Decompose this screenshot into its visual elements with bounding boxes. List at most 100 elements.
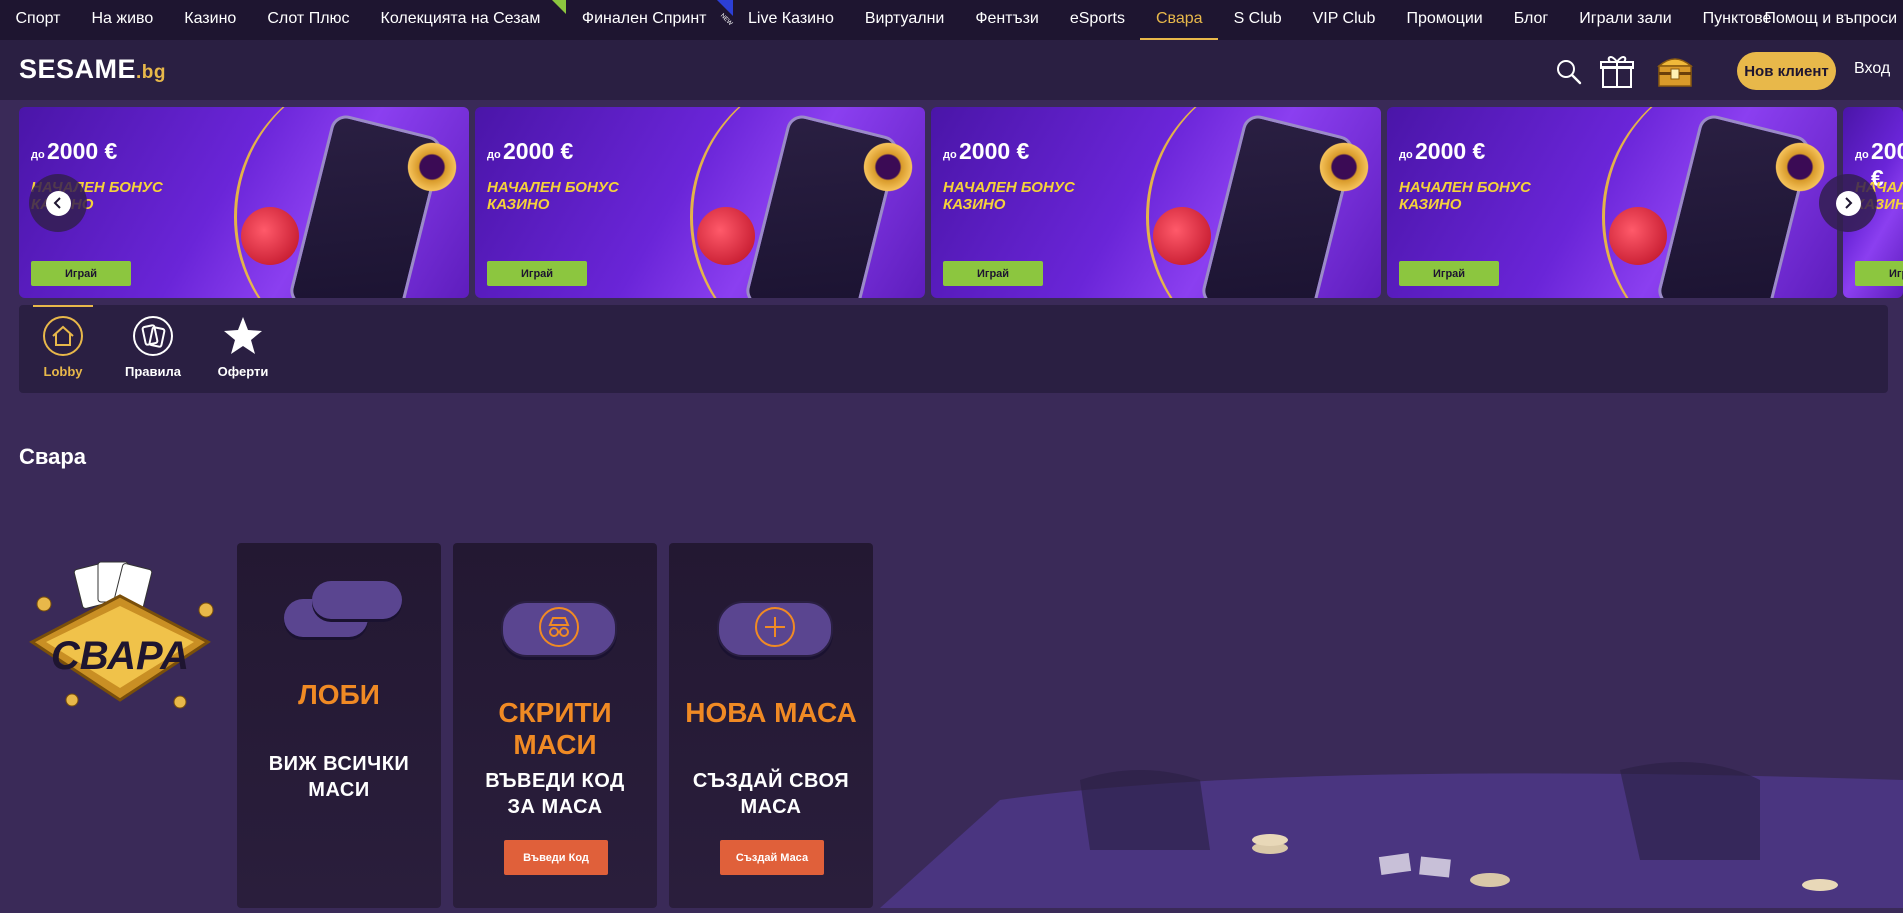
hidden-tables-subtitle-line1: ВЪВЕДИ КОД [485, 770, 625, 792]
plus-circle-icon [754, 606, 796, 653]
lobby-subtitle-line2: МАСИ [308, 779, 370, 801]
star-icon [203, 315, 283, 360]
promo-banner[interactable]: до 2000 € НАЧАЛЕН БОНУС КАЗИНО Играй [1387, 107, 1837, 298]
lobby-subtitle-line1: ВИЖ ВСИЧКИ [268, 753, 410, 775]
nav-item-live[interactable]: На живо [76, 0, 169, 40]
site-logo[interactable]: SESAME.bg [19, 54, 166, 85]
heart-icon [1153, 207, 1211, 265]
banner-play-button[interactable]: Играй [487, 261, 587, 286]
heart-icon [241, 207, 299, 265]
banner-amount: 2000 € [959, 138, 1030, 164]
hidden-tables-pill [501, 601, 617, 657]
new-client-button[interactable]: Нов клиент [1737, 52, 1836, 90]
svara-game-logo: СВАРА [22, 560, 218, 722]
tab-lobby-label: Lobby [43, 364, 83, 379]
banner-title: НАЧАЛЕН БОНУС КАЗИНО [943, 179, 1075, 213]
nav-item-final-sprint-label: Финален Спринт [581, 10, 707, 27]
logo-tld: .bg [136, 62, 167, 83]
nav-item-vip-club[interactable]: VIP Club [1297, 0, 1391, 40]
clover-icon [1772, 139, 1828, 195]
hidden-tables-subtitle-line2: ЗА МАСА [507, 796, 603, 818]
carousel-prev-button[interactable] [29, 174, 87, 232]
page-title: Свара [19, 444, 87, 469]
top-navigation: Спорт На живо Казино Слот Плюс Колекцият… [0, 0, 1903, 40]
new-table-card[interactable]: НОВА МАСА СЪЗДАЙ СВОЯ МАСА Създай Маса [669, 543, 873, 908]
banner-pre: до [487, 149, 501, 161]
banner-play-button[interactable]: Играй [1399, 261, 1499, 286]
nav-item-fantasy[interactable]: Фентъзи [960, 0, 1055, 40]
nav-item-gaming-halls[interactable]: Играли зали [1564, 0, 1687, 40]
banner-title: НАЧАЛЕН БОНУС КАЗИНО [1399, 179, 1531, 213]
nav-item-live-casino[interactable]: Live Казино [733, 0, 850, 40]
treasure-chest-icon[interactable] [1655, 50, 1695, 95]
hidden-tables-subtitle: ВЪВЕДИ КОД ЗА МАСА [453, 768, 657, 820]
enter-code-button[interactable]: Въведи Код [504, 840, 608, 875]
svara-subtabs: Lobby Правила Оферти [19, 305, 1888, 393]
new-table-pill [717, 601, 833, 657]
new-table-subtitle-line1: СЪЗДАЙ СВОЯ [692, 770, 850, 792]
top-nav-items: Спорт На живо Казино Слот Плюс Колекцият… [0, 0, 1787, 40]
new-table-subtitle: СЪЗДАЙ СВОЯ МАСА [669, 768, 873, 820]
gift-icon[interactable] [1598, 52, 1636, 95]
banner-play-button[interactable]: Играй [1855, 261, 1903, 286]
logo-main: SESAME [19, 54, 137, 84]
nav-item-blog[interactable]: Блог [1498, 0, 1564, 40]
nav-item-esports[interactable]: eSports [1054, 0, 1140, 40]
hidden-tables-heading: СКРИТИ МАСИ [498, 697, 612, 760]
new-table-heading: НОВА МАСА [685, 697, 857, 728]
banner-pre: до [943, 149, 957, 161]
clover-icon [404, 139, 460, 195]
tab-offers[interactable]: Оферти [203, 315, 283, 379]
heart-icon [697, 207, 755, 265]
nav-item-promotions[interactable]: Промоции [1391, 0, 1498, 40]
banner-play-button[interactable]: Играй [943, 261, 1043, 286]
nav-item-slot-plus[interactable]: Слот Плюс [252, 0, 365, 40]
clover-icon [860, 139, 916, 195]
new-table-subtitle-line2: МАСА [740, 796, 802, 818]
hidden-tables-card[interactable]: СКРИТИ МАСИ ВЪВЕДИ КОД ЗА МАСА Въведи Ко… [453, 543, 657, 908]
nav-item-s-club[interactable]: S Club [1218, 0, 1297, 40]
banner-amount: 2000 € [1415, 138, 1486, 164]
search-icon[interactable] [1555, 58, 1583, 91]
svara-logo-text: СВАРА [50, 634, 190, 678]
nav-item-virtual[interactable]: Виртуални [849, 0, 960, 40]
banner-title: НАЧАЛЕН БОНУС КАЗИНО [487, 179, 619, 213]
site-header: SESAME.bg Нов клиент Вход [0, 40, 1903, 100]
lobby-toggle-icon [284, 581, 402, 645]
banner-amount: 2000 € [503, 138, 574, 164]
nav-item-final-sprint[interactable]: Финален Спринт NEW [566, 0, 733, 40]
banner-pre: до [31, 149, 45, 161]
tab-rules-label: Правила [125, 364, 181, 379]
promo-banner[interactable]: до 2000 € НАЧАЛЕН БОНУС КАЗИНО Играй [931, 107, 1381, 298]
tab-rules[interactable]: Правила [113, 315, 193, 379]
lobby-heading: ЛОБИ [298, 679, 380, 710]
incognito-icon [538, 606, 580, 653]
active-tab-indicator [33, 305, 93, 307]
login-link[interactable]: Вход [1854, 60, 1890, 78]
nav-item-sesame-collection[interactable]: Колекцията на Сезам [365, 0, 567, 40]
tab-lobby[interactable]: Lobby [23, 315, 103, 379]
banner-pre: до [1399, 149, 1413, 161]
help-link[interactable]: Помощ и въпроси [1764, 0, 1897, 40]
heart-icon [1609, 207, 1667, 265]
chevron-left-icon [45, 190, 71, 216]
nav-item-sesame-collection-label: Колекцията на Сезам [380, 10, 541, 27]
create-table-button[interactable]: Създай Маса [720, 840, 824, 875]
banner-play-button[interactable]: Играй [31, 261, 131, 286]
promo-banner[interactable]: до 2000 € НАЧАЛЕН БОНУС КАЗИНО Играй [475, 107, 925, 298]
chevron-right-icon [1835, 190, 1861, 216]
banner-amount: 2000 € [47, 138, 118, 164]
new-ribbon-icon [552, 0, 567, 14]
tab-offers-label: Оферти [217, 364, 269, 379]
carousel-next-button[interactable] [1819, 174, 1877, 232]
nav-item-casino[interactable]: Казино [169, 0, 252, 40]
lobby-subtitle: ВИЖ ВСИЧКИ МАСИ [237, 751, 441, 803]
nav-item-svara[interactable]: Свара [1140, 0, 1219, 40]
cards-rules-icon [113, 315, 193, 360]
poker-table-background [880, 740, 1903, 908]
banner-pre: до [1855, 149, 1869, 161]
home-icon [23, 315, 103, 360]
clover-icon [1316, 139, 1372, 195]
nav-item-sport[interactable]: Спорт [0, 0, 76, 40]
lobby-card[interactable]: ЛОБИ ВИЖ ВСИЧКИ МАСИ [237, 543, 441, 908]
